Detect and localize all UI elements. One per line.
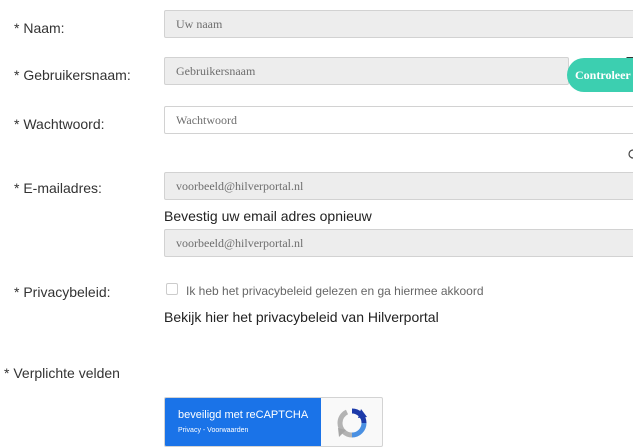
recaptcha-links[interactable]: Privacy - Voorwaarden xyxy=(178,427,248,434)
privacy-label: * Privacybeleid: xyxy=(14,284,111,300)
check-username-button[interactable]: Controleer xyxy=(567,58,633,92)
username-input[interactable] xyxy=(164,57,569,85)
recaptcha-info-panel: beveiligd met reCAPTCHA Privacy - Voorwa… xyxy=(165,398,321,446)
email-label: * E-mailadres: xyxy=(14,180,102,196)
password-input[interactable] xyxy=(164,106,633,134)
username-label: * Gebruikersnaam: xyxy=(14,67,131,83)
privacy-checkbox[interactable] xyxy=(166,283,178,295)
recaptcha-badge[interactable]: beveiligd met reCAPTCHA Privacy - Voorwa… xyxy=(164,397,383,447)
help-icon[interactable] xyxy=(627,146,633,159)
required-fields-note: * Verplichte velden xyxy=(4,365,120,381)
name-input[interactable] xyxy=(164,10,633,38)
recaptcha-title: beveiligd met reCAPTCHA xyxy=(178,409,309,421)
email-input[interactable] xyxy=(164,172,633,200)
privacy-policy-link[interactable]: Bekijk hier het privacybeleid van Hilver… xyxy=(164,309,439,325)
recaptcha-logo-icon xyxy=(335,406,369,440)
password-label: * Wachtwoord: xyxy=(14,116,105,132)
name-label: * Naam: xyxy=(14,20,65,36)
email-confirm-label: Bevestig uw email adres opnieuw xyxy=(164,208,372,224)
email-confirm-input[interactable] xyxy=(164,229,633,257)
privacy-checkbox-label[interactable]: Ik heb het privacybeleid gelezen en ga h… xyxy=(186,284,484,298)
